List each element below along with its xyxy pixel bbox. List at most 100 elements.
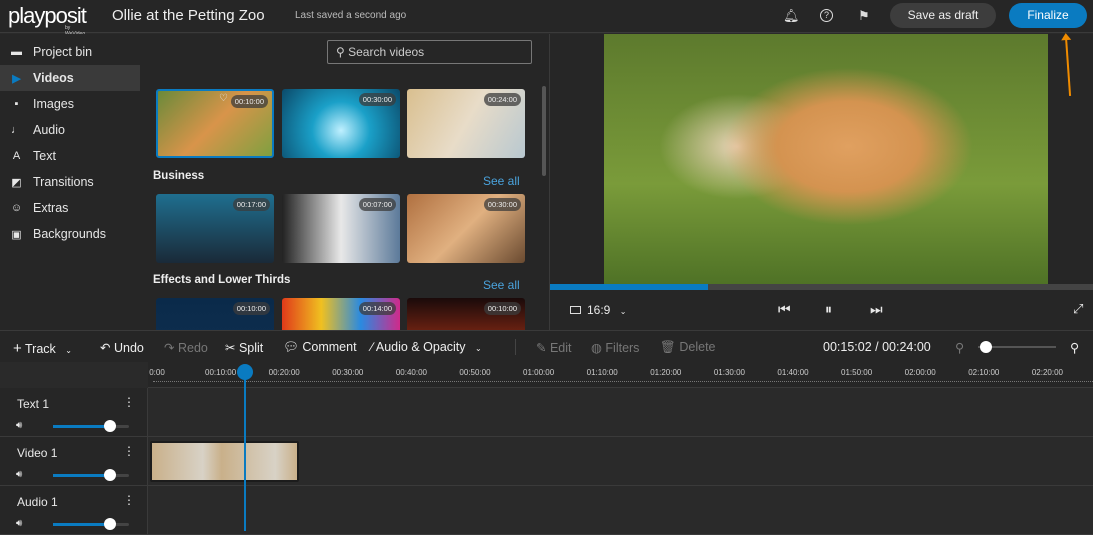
sidebar-item-label: Images [33, 97, 74, 111]
duration-badge: 00:10:00 [230, 95, 268, 108]
filters-button[interactable]: ◍ Filters [591, 340, 639, 355]
video-thumbnail[interactable]: 00:30:00 [282, 89, 400, 158]
video-thumbnail[interactable]: ♡ 00:10:00 [156, 89, 274, 158]
timecode: 00:15:02 / 00:24:00 [823, 340, 931, 354]
ruler-label: 02:20:00 [1031, 368, 1063, 377]
sidebar-item-label: Transitions [33, 175, 94, 189]
heart-icon[interactable]: ♡ [219, 93, 228, 104]
duration-badge: 00:10:00 [232, 302, 270, 315]
sidebar-item-project-bin[interactable]: ▬ Project bin [0, 39, 140, 65]
ruler-label: 0:00 [149, 368, 165, 377]
video-thumbnail[interactable]: 00:30:00 [407, 194, 525, 263]
sidebar-item-label: Text [33, 149, 56, 163]
redo-button[interactable]: ↷ Redo [164, 340, 208, 355]
duration-badge: 00:24:00 [483, 93, 521, 106]
project-title[interactable]: Ollie at the Petting Zoo [112, 7, 265, 24]
ruler-label: 01:20:00 [650, 368, 682, 377]
track-name: Text 1 [17, 397, 50, 411]
comment-button[interactable]: 💬︎ Comment [283, 340, 357, 355]
more-options-icon[interactable]: ⋮ [123, 493, 135, 507]
playback-progress[interactable] [550, 284, 1093, 290]
split-button[interactable]: ✂ Split [225, 340, 263, 355]
video-preview: 16:9 ⌄ ⏮ ⏸ ⏭ ⤢ [549, 34, 1093, 330]
volume-knob[interactable] [104, 518, 116, 530]
skip-forward-icon[interactable]: ⏭ [870, 301, 883, 318]
ruler-label: 01:30:00 [713, 368, 745, 377]
sidebar-item-extras[interactable]: ☺ Extras [0, 195, 140, 221]
audio-opacity-button[interactable]: ∕ Audio & Opacity ⌄ [371, 340, 482, 354]
comment-icon: 💬︎ [283, 340, 299, 354]
duration-badge: 00:07:00 [358, 198, 396, 211]
transition-icon: ◩ [11, 176, 22, 189]
media-panel: ⚲ Search videos ♡ 00:10:00 00:30:00 00:24:0… [140, 34, 549, 367]
pause-icon[interactable]: ⏸ [825, 301, 832, 318]
duration-badge: 00:30:00 [358, 93, 396, 106]
skip-back-icon[interactable]: ⏮ [778, 301, 791, 318]
volume-icon[interactable]: 🔊︎ [16, 518, 22, 529]
more-options-icon[interactable]: ⋮ [123, 395, 135, 409]
track-header: Text 1 ⋮ 🔊︎ [0, 388, 148, 436]
delete-button[interactable]: 🗑︎ Delete [660, 340, 716, 355]
volume-slider[interactable] [53, 420, 129, 432]
sidebar-item-videos[interactable]: ▶ Videos [0, 65, 140, 91]
ruler-label: 02:00:00 [904, 368, 936, 377]
timeline-toolbar: + Track ⌄ ↶ Undo ↷ Redo ✂ Split 💬︎ Comme… [0, 330, 1093, 362]
announcement-icon[interactable]: ⚑ [858, 8, 870, 24]
fullscreen-icon[interactable]: ⤢ [1073, 301, 1083, 317]
edit-button[interactable]: ✎ Edit [536, 340, 572, 355]
sidebar-item-backgrounds[interactable]: ▣ Backgrounds [0, 221, 140, 247]
track-name: Video 1 [17, 446, 58, 460]
sidebar-item-audio[interactable]: ♩ Audio [0, 117, 140, 143]
timeline-ruler[interactable]: 0:00 00:10:00 00:20:00 00:30:00 00:40:00 00:5… [148, 362, 1093, 388]
search-icon: ⚲ [336, 45, 349, 59]
undo-icon: ↶ [100, 341, 111, 355]
video-thumbnail[interactable]: 00:07:00 [282, 194, 400, 263]
search-input[interactable]: ⚲ Search videos [327, 40, 532, 64]
playhead-line[interactable] [244, 365, 246, 531]
see-all-link[interactable]: See all [483, 174, 520, 188]
save-as-draft-button[interactable]: Save as draft [890, 3, 996, 28]
sidebar-item-label: Project bin [33, 45, 93, 59]
volume-icon[interactable]: 🔊︎ [16, 420, 22, 431]
see-all-link[interactable]: See all [483, 278, 520, 292]
video-thumbnail[interactable]: 00:24:00 [407, 89, 525, 158]
ruler-label: 00:20:00 [268, 368, 300, 377]
duration-badge: 00:17:00 [232, 198, 270, 211]
video-icon: ▶ [12, 72, 21, 85]
zoom-slider-knob[interactable] [980, 341, 992, 353]
track-row: Audio 1 ⋮ 🔊︎ [0, 486, 1093, 535]
sidebar-item-transitions[interactable]: ◩ Transitions [0, 169, 140, 195]
zoom-out-icon[interactable]: ⚲ [955, 340, 964, 355]
more-options-icon[interactable]: ⋮ [123, 444, 135, 458]
video-clip[interactable] [150, 441, 299, 482]
volume-knob[interactable] [104, 469, 116, 481]
archive-icon: ▬ [11, 46, 22, 58]
ruler-label: 00:40:00 [395, 368, 427, 377]
volume-fill [53, 474, 110, 477]
zoom-in-icon[interactable]: ⚲ [1070, 340, 1079, 355]
undo-button[interactable]: ↶ Undo [100, 340, 144, 355]
chevron-down-icon: ⌄ [65, 346, 72, 355]
help-icon[interactable]: ? [820, 9, 833, 22]
volume-slider[interactable] [53, 518, 129, 530]
toolbar-divider [515, 339, 516, 355]
media-scrollbar[interactable] [542, 86, 546, 176]
sidebar-item-label: Backgrounds [33, 227, 106, 241]
image-icon: ▪ [14, 98, 19, 110]
add-track-button[interactable]: + Track ⌄ [13, 340, 72, 357]
sidebar-item-images[interactable]: ▪ Images [0, 91, 140, 117]
zoom-slider[interactable] [978, 341, 1056, 353]
filters-icon: ◍ [591, 341, 602, 355]
bell-icon[interactable]: 🔔︎ [783, 8, 800, 24]
finalize-button[interactable]: Finalize [1009, 3, 1087, 28]
sidebar-item-text[interactable]: A Text [0, 143, 140, 169]
volume-knob[interactable] [104, 420, 116, 432]
aspect-ratio-select[interactable]: 16:9 ⌄ [570, 303, 626, 317]
playposit-logo: playpositby WeVideo [8, 3, 87, 37]
volume-icon[interactable]: 🔊︎ [16, 469, 22, 480]
volume-slider[interactable] [53, 469, 129, 481]
ruler-label: 00:10:00 [205, 368, 237, 377]
playhead-handle[interactable] [237, 364, 253, 380]
video-thumbnail[interactable]: 00:17:00 [156, 194, 274, 263]
ruler-ticks [153, 381, 1093, 382]
